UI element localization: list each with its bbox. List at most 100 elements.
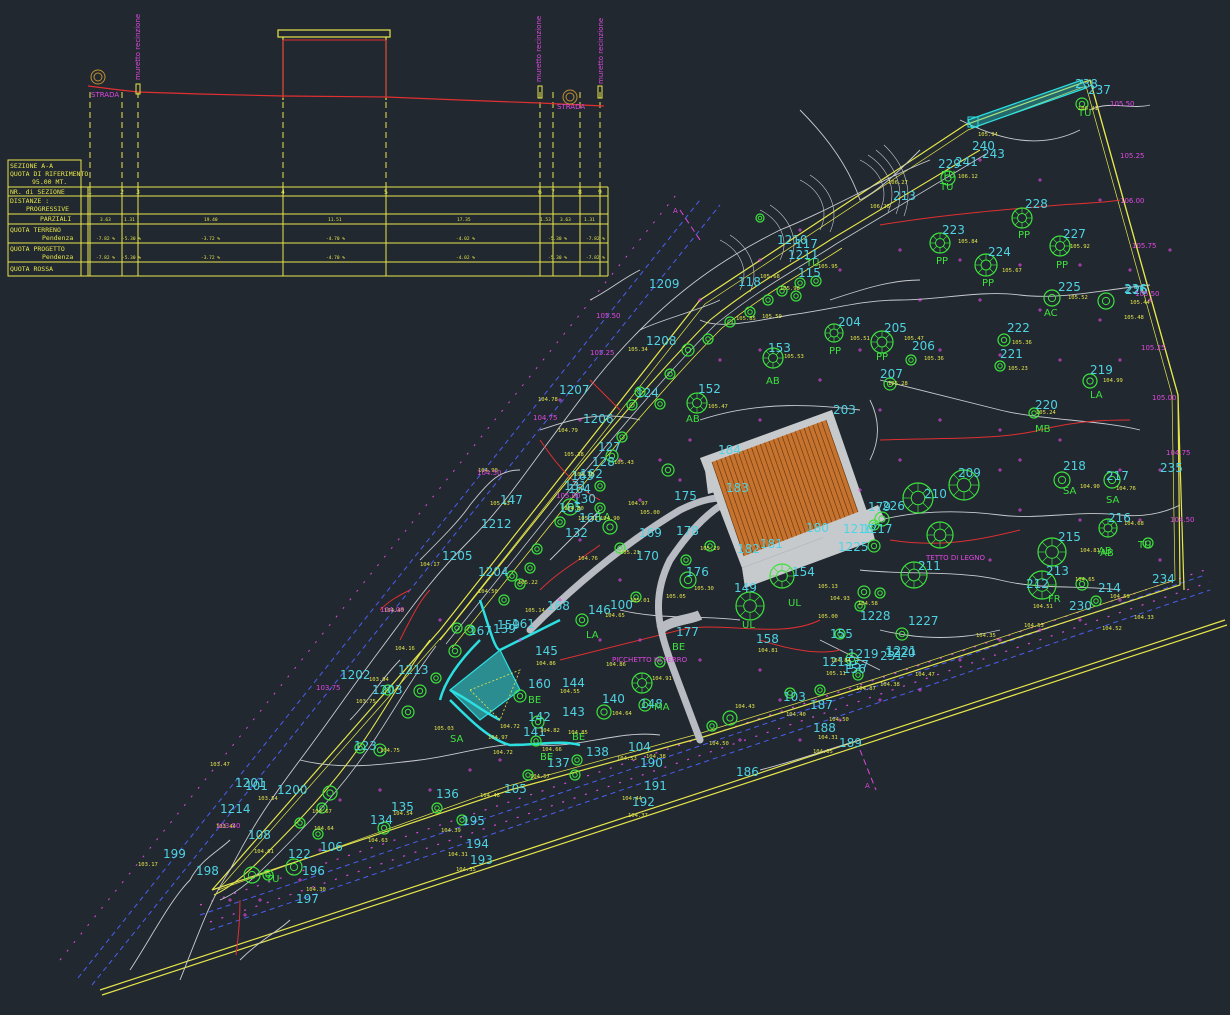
contour-or-note-label: 104.50 xyxy=(477,469,502,477)
point-number: 1205 xyxy=(442,549,473,563)
elevation-value: 105.95 xyxy=(818,264,838,270)
point-number: 180 xyxy=(806,521,829,535)
point-number: 175 xyxy=(674,489,697,503)
tree-species-code: AB xyxy=(686,414,700,425)
elevation-value: 105.52 xyxy=(1068,295,1088,301)
project-slope: -5.30 % xyxy=(122,255,141,261)
point-number: 1217 xyxy=(862,522,893,536)
point-number: 219 xyxy=(1090,363,1113,377)
elevation-value: 104.85 xyxy=(568,730,588,736)
elevation-value: 104.97 xyxy=(488,735,508,741)
point-number: 1202 xyxy=(340,668,371,682)
tree-species-code: LA xyxy=(586,630,599,641)
elevation-value: 105.01 xyxy=(630,598,650,604)
elevation-value: 105.44 xyxy=(1130,300,1151,306)
elevation-value: 104.80 xyxy=(564,506,584,512)
point-number: 176 xyxy=(686,565,709,579)
point-number: 179 xyxy=(868,500,891,514)
point-number: 123 xyxy=(354,739,377,753)
elevation-value: 105.85 xyxy=(736,316,756,322)
muretto-label-3: muretto recinzione xyxy=(597,18,605,84)
elevation-value: 104.86 xyxy=(536,661,556,667)
elevation-value: 104.50 xyxy=(478,589,498,595)
elevation-value: 104.99 xyxy=(1103,378,1123,384)
table-pendenza-1: Pendenza xyxy=(42,234,73,242)
point-number: 106 xyxy=(320,840,343,854)
partial-distance: 11.51 xyxy=(328,217,342,223)
point-number: 132 xyxy=(565,526,588,540)
table-quota-rossa: QUOTA ROSSA xyxy=(10,265,53,273)
elevation-value: 104.37 xyxy=(628,813,648,819)
tree-species-code: TU xyxy=(939,182,953,193)
tree-species-code: BE xyxy=(672,642,685,653)
point-number: 177 xyxy=(676,625,699,639)
contour-or-note-label: 104.50 xyxy=(1170,516,1195,524)
elevation-value: 104.90 xyxy=(1080,484,1100,490)
point-number: 213 xyxy=(1046,564,1069,578)
elevation-value: 105.38 xyxy=(564,452,584,458)
section-number: 6 xyxy=(538,188,542,196)
contour-or-note-label: PICCHETTO IN FERRO xyxy=(612,656,688,664)
table-quota-progetto: QUOTA PROGETTO xyxy=(10,245,65,253)
point-number: 153 xyxy=(768,341,791,355)
contour-or-note-label: A xyxy=(673,207,678,215)
elevation-value: 104.53 xyxy=(1024,623,1044,629)
elevation-value: 104.55 xyxy=(560,689,580,695)
partial-distance: 3.63 xyxy=(100,217,111,223)
elevation-value: 105.53 xyxy=(784,354,804,360)
contour-or-note-label: 103.50 xyxy=(216,822,241,830)
elevation-value: 104.76 xyxy=(578,556,598,562)
table-nr-sezione: NR. di SEZIONE xyxy=(10,188,65,196)
point-number: 209 xyxy=(958,466,981,480)
elevation-value: 105.48 xyxy=(1124,315,1144,321)
elevation-value: 104.81 xyxy=(758,648,778,654)
point-number: 142 xyxy=(528,710,551,724)
elevation-value: 104.44 xyxy=(622,796,643,802)
tree-species-code: PP xyxy=(1018,230,1030,241)
point-number: 101 xyxy=(245,779,268,793)
tree-species-code: MB xyxy=(1035,424,1051,435)
point-number: 105 xyxy=(504,782,527,796)
point-number: 193 xyxy=(470,853,493,867)
drawing-background xyxy=(0,0,1230,1015)
point-number: 210 xyxy=(924,487,947,501)
elevation-value: 104.46 xyxy=(480,793,500,799)
point-number: 1214 xyxy=(220,802,251,816)
point-number: 212 xyxy=(1026,577,1049,591)
elevation-value: 104.58 xyxy=(858,601,878,607)
point-number: 183 xyxy=(726,481,749,495)
point-number: 168 xyxy=(547,599,570,613)
elevation-value: 104.30 xyxy=(306,887,326,893)
elevation-value: 104.78 xyxy=(574,472,594,478)
point-number: 124 xyxy=(636,386,659,400)
point-number: 222 xyxy=(1007,321,1030,335)
elevation-value: 104.72 xyxy=(500,724,520,730)
point-number: 167 xyxy=(469,624,492,638)
elevation-value: 104.51 xyxy=(1033,604,1053,610)
point-number: 140 xyxy=(602,692,625,706)
elevation-value: 106.41 xyxy=(1078,106,1098,112)
terrain-slope: -5.30 % xyxy=(122,236,141,242)
elevation-value: 104.91 xyxy=(652,676,672,682)
contour-or-note-label: 104.75 xyxy=(533,414,558,422)
point-number: 144 xyxy=(562,676,585,690)
contour-or-note-label: 105.75 xyxy=(1132,242,1157,250)
project-slope: -3.72 % xyxy=(201,255,220,261)
point-number: 218 xyxy=(1063,459,1086,473)
point-number: 191 xyxy=(644,779,667,793)
contour-or-note-label: 104.00 xyxy=(380,606,405,614)
tree-species-code: AC xyxy=(1044,308,1058,319)
point-number: 223 xyxy=(942,223,965,237)
point-number: 103 xyxy=(783,690,806,704)
elevation-value: 104.63 xyxy=(368,838,388,844)
muretto-label-1: muretto recinzione xyxy=(134,14,142,80)
point-number: 131 xyxy=(564,479,587,493)
point-number: 230 xyxy=(1069,599,1092,613)
elevation-value: 106.12 xyxy=(958,174,978,180)
elevation-value: 104.65 xyxy=(1075,577,1095,583)
point-number: 228 xyxy=(1025,197,1048,211)
point-number: 152 xyxy=(698,382,721,396)
elevation-value: 104.53 xyxy=(617,756,637,762)
elevation-value: 104.59 xyxy=(1110,594,1130,600)
point-number: 195 xyxy=(462,814,485,828)
